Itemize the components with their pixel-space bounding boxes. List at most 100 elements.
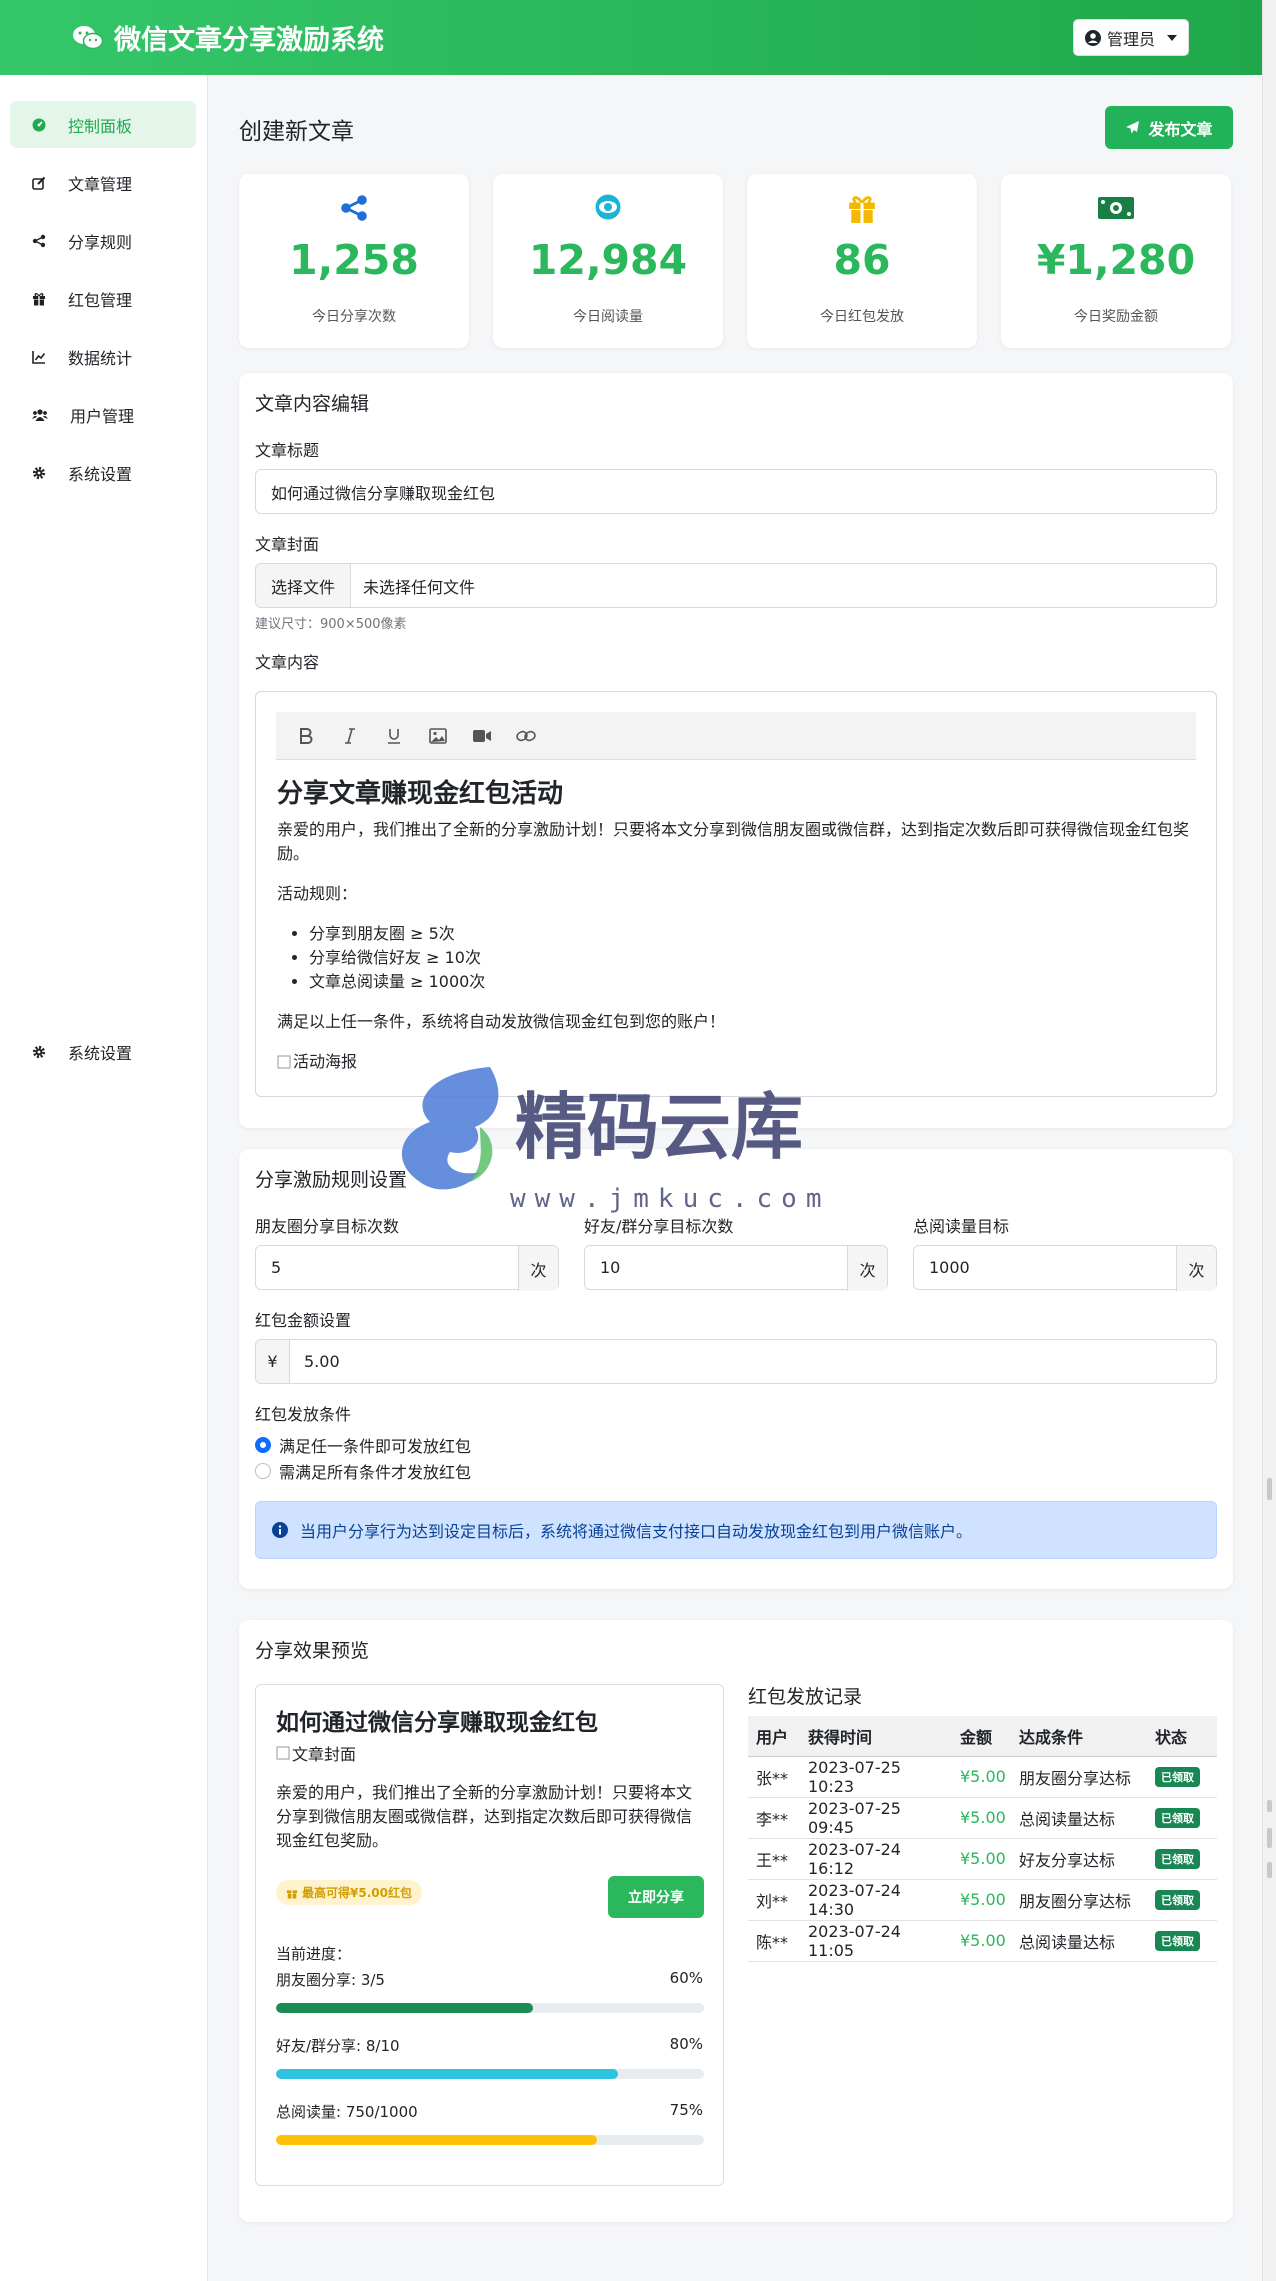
column-header: 金额 — [952, 1716, 1011, 1757]
editor-content[interactable]: 分享文章赚现金红包活动 亲爱的用户，我们推出了全新的分享激励计划！只要将本文分享… — [277, 778, 1197, 1074]
cell-user: 陈** — [748, 1920, 800, 1962]
amount-value: 5.00 — [304, 1352, 340, 1371]
article-title-input[interactable]: 如何通过微信分享赚取现金红包 — [255, 469, 1217, 514]
table-row: 李** 2023-07-25 09:45 ¥5.00 总阅读量达标 已领取 — [748, 1797, 1217, 1839]
unit-addon: 次 — [1176, 1246, 1216, 1291]
rich-text-editor[interactable]: 分享文章赚现金红包活动 亲爱的用户，我们推出了全新的分享激励计划！只要将本文分享… — [255, 691, 1217, 1097]
cover-hint: 建议尺寸：900×500像素 — [255, 617, 407, 632]
sidebar-item-settings[interactable]: 系统设置 — [10, 449, 196, 496]
radio-button-checked[interactable] — [255, 1437, 271, 1453]
sidebar-item-label: 用户管理 — [70, 406, 135, 426]
watermark-url: www.jmkuc.com — [510, 1184, 831, 1214]
cell-user: 王** — [748, 1838, 800, 1880]
progress-fill — [276, 2069, 619, 2079]
progress-label: 好友/群分享: 8/10 — [276, 2037, 400, 2055]
progress-label: 总阅读量: 750/1000 — [276, 2103, 418, 2121]
image-icon[interactable] — [426, 724, 450, 748]
scrollbar[interactable] — [1262, 0, 1276, 2281]
table-row: 刘** 2023-07-24 14:30 ¥5.00 朋友圈分享达标 已领取 — [748, 1879, 1217, 1921]
sidebar-item-share-rules[interactable]: 分享规则 — [10, 217, 196, 264]
cover-label: 文章封面 — [255, 535, 320, 554]
cover-file-input[interactable]: 选择文件 未选择任何文件 — [255, 563, 1217, 608]
italic-icon[interactable] — [338, 724, 362, 748]
cell-amount: ¥5.00 — [952, 1756, 1011, 1798]
cell-time: 2023-07-25 09:45 — [800, 1797, 952, 1839]
stat-card-reads: 12,984 今日阅读量 — [493, 174, 723, 348]
sidebar-item-label: 文章管理 — [68, 174, 133, 194]
scrollbar-marker — [1267, 1800, 1272, 1812]
content-rules-title: 活动规则： — [277, 884, 358, 903]
admin-dropdown-button[interactable]: 管理员 — [1073, 19, 1189, 56]
status-badge: 已领取 — [1155, 1931, 1200, 1951]
status-badge: 已领取 — [1155, 1767, 1200, 1787]
content-intro: 亲爱的用户，我们推出了全新的分享激励计划！只要将本文分享到微信朋友圈或微信群，达… — [277, 820, 1190, 863]
scrollbar-thumb[interactable] — [1267, 1478, 1272, 1500]
sidebar-item-articles[interactable]: 文章管理 — [10, 159, 196, 206]
list-item: 分享到朋友圈 ≥ 5次 — [309, 922, 1197, 946]
column-header: 用户 — [748, 1716, 800, 1757]
preview-article-card: 如何通过微信分享赚取现金红包 文章封面 亲爱的用户，我们推出了全新的分享激励计划… — [255, 1684, 724, 2186]
progress-title: 当前进度： — [276, 1945, 352, 1963]
eye-icon — [595, 194, 621, 220]
radio-option-any[interactable]: 满足任一条件即可发放红包 — [255, 1433, 471, 1457]
sidebar-item-dashboard[interactable]: 控制面板 — [10, 101, 196, 148]
admin-label: 管理员 — [1106, 29, 1155, 49]
max-reward-badge: 最高可得¥5.00红包 — [276, 1880, 422, 1905]
progress-bar — [276, 2003, 704, 2013]
article-title-value: 如何通过微信分享赚取现金红包 — [271, 483, 496, 503]
unit-addon: 次 — [518, 1246, 558, 1291]
file-status: 未选择任何文件 — [363, 577, 476, 597]
edit-icon — [32, 176, 46, 190]
moments-target-input[interactable]: 5 次 — [255, 1245, 559, 1291]
cell-condition: 好友分享达标 — [1011, 1838, 1147, 1880]
brand[interactable]: 微信文章分享激励系统 — [72, 18, 384, 57]
share-now-button[interactable]: 立即分享 — [608, 1876, 704, 1918]
content-label: 文章内容 — [255, 653, 320, 672]
app-title: 微信文章分享激励系统 — [114, 25, 384, 56]
video-icon[interactable] — [470, 724, 494, 748]
cell-user: 李** — [748, 1797, 800, 1839]
list-item: 分享给微信好友 ≥ 10次 — [309, 946, 1197, 970]
editor-toolbar — [276, 712, 1196, 760]
amount-input[interactable]: ¥ 5.00 — [255, 1339, 1217, 1384]
progress-fill — [276, 2135, 597, 2145]
cover-image-placeholder: 文章封面 — [276, 1741, 356, 1765]
cell-condition: 朋友圈分享达标 — [1011, 1879, 1147, 1921]
top-navbar: 微信文章分享激励系统 管理员 — [0, 0, 1262, 75]
stat-label: 今日阅读量 — [573, 309, 643, 325]
underline-icon[interactable] — [382, 724, 406, 748]
choose-file-button[interactable]: 选择文件 — [256, 564, 352, 607]
link-icon[interactable] — [514, 724, 538, 748]
column-header: 达成条件 — [1011, 1716, 1147, 1757]
publish-button[interactable]: 发布文章 — [1105, 106, 1233, 149]
watermark-logo: 精码云库 www.jmkuc.com — [401, 1067, 831, 1214]
cell-time: 2023-07-24 14:30 — [800, 1879, 952, 1921]
radio-option-all[interactable]: 需满足所有条件才发放红包 — [255, 1459, 471, 1483]
sidebar-item-redpacket[interactable]: 红包管理 — [10, 275, 196, 322]
sidebar-item-settings-bottom[interactable]: 系统设置 — [10, 1028, 196, 1075]
progress-bar — [276, 2135, 704, 2145]
share-icon — [32, 234, 46, 247]
status-badge: 已领取 — [1155, 1849, 1200, 1869]
article-editor-panel: 文章内容编辑 文章标题 如何通过微信分享赚取现金红包 文章封面 选择文件 未选择… — [239, 373, 1233, 1128]
moments-target-value: 5 — [271, 1258, 282, 1277]
radio-button[interactable] — [255, 1463, 271, 1479]
table-header-row: 用户 获得时间 金额 达成条件 状态 — [748, 1716, 1217, 1757]
progress-label: 朋友圈分享: 3/5 — [276, 1971, 385, 1989]
dashboard-icon — [32, 118, 46, 131]
reads-target-input[interactable]: 1000 次 — [913, 1245, 1217, 1291]
friends-target-input[interactable]: 10 次 — [584, 1245, 888, 1291]
cell-condition: 朋友圈分享达标 — [1011, 1756, 1147, 1798]
progress-fill — [276, 2003, 533, 2013]
sidebar-item-statistics[interactable]: 数据统计 — [10, 333, 196, 380]
cell-amount: ¥5.00 — [952, 1797, 1011, 1839]
sidebar-item-users[interactable]: 用户管理 — [10, 391, 196, 438]
condition-label: 红包发放条件 — [255, 1405, 352, 1424]
user-circle-icon — [1084, 29, 1101, 46]
content-rules-list: 分享到朋友圈 ≥ 5次 分享给微信好友 ≥ 10次 文章总阅读量 ≥ 1000次 — [309, 922, 1197, 994]
column-header: 获得时间 — [800, 1716, 952, 1757]
bold-icon[interactable] — [294, 724, 318, 748]
chart-line-icon — [32, 350, 46, 364]
sidebar-item-label: 系统设置 — [68, 464, 133, 484]
cell-amount: ¥5.00 — [952, 1920, 1011, 1962]
